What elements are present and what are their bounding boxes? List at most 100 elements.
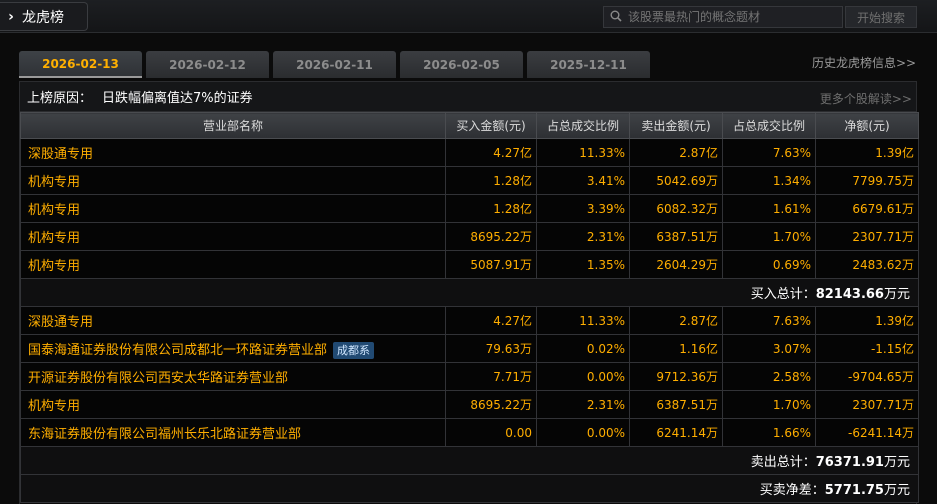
net-amount: 1.39亿	[815, 138, 919, 167]
buy-ratio: 1.35%	[536, 250, 630, 279]
date-tabs: 2026-02-13 2026-02-12 2026-02-11 2026-02…	[19, 51, 654, 78]
tab-date-2[interactable]: 2026-02-12	[146, 51, 269, 78]
branch-name[interactable]: 机构专用	[20, 194, 446, 223]
branch-name[interactable]: 机构专用	[20, 222, 446, 251]
branch-name[interactable]: 深股通专用	[20, 138, 446, 167]
sell-amount: 6082.32万	[629, 194, 723, 223]
sell-amount: 1.16亿	[629, 334, 723, 363]
sell-amount: 6387.51万	[629, 390, 723, 419]
reason-label: 上榜原因：	[27, 91, 93, 106]
sell-amount: 2604.29万	[629, 250, 723, 279]
search-input[interactable]	[628, 10, 838, 24]
concept-search-box[interactable]	[603, 6, 843, 28]
table-row: 深股通专用 4.27亿 11.33% 2.87亿 7.63% 1.39亿	[20, 138, 919, 167]
net-total-cell: 买卖净差：5771.75万元	[20, 474, 919, 503]
table-row: 机构专用 1.28亿 3.39% 6082.32万 1.61% 6679.61万	[20, 194, 919, 223]
sell-total-cell: 卖出总计：76371.91万元	[20, 446, 919, 475]
tab-date-4[interactable]: 2026-02-05	[400, 51, 523, 78]
buy-ratio: 3.41%	[536, 166, 630, 195]
net-amount: 2483.62万	[815, 250, 919, 279]
sell-total-unit: 万元	[883, 455, 910, 470]
col-header-sell-ratio: 占总成交比例	[722, 112, 816, 139]
buy-total-unit: 万元	[883, 287, 910, 302]
sell-ratio: 1.66%	[722, 418, 816, 447]
buy-total-value: 82143.66	[815, 287, 884, 302]
col-header-buy-amount: 买入金额(元)	[445, 112, 537, 139]
sell-ratio: 0.69%	[722, 250, 816, 279]
branch-name[interactable]: 深股通专用	[20, 306, 446, 335]
net-amount: -6241.14万	[815, 418, 919, 447]
table-row: 机构专用 8695.22万 2.31% 6387.51万 1.70% 2307.…	[20, 390, 919, 419]
net-amount: -9704.65万	[815, 362, 919, 391]
buy-ratio: 11.33%	[536, 138, 630, 167]
more-analysis-link[interactable]: 更多个股解读>>	[820, 90, 912, 107]
section-title: 龙虎榜	[22, 9, 64, 26]
trading-table: 营业部名称 买入金额(元) 占总成交比例 卖出金额(元) 占总成交比例 净额(元…	[20, 112, 919, 503]
table-row: 机构专用 8695.22万 2.31% 6387.51万 1.70% 2307.…	[20, 222, 919, 251]
net-total-row: 买卖净差：5771.75万元	[20, 474, 919, 503]
section-title-tab[interactable]: › 龙虎榜	[0, 2, 88, 31]
buy-amount: 8695.22万	[445, 390, 537, 419]
table-row: 国泰海通证券股份有限公司成都北一环路证券营业部 成都系 79.63万 0.02% …	[20, 334, 919, 363]
sell-ratio: 1.70%	[722, 222, 816, 251]
net-amount: 7799.75万	[815, 166, 919, 195]
group-badge[interactable]: 成都系	[333, 341, 375, 359]
reason-value: 日跌幅偏离值达7%的证券	[102, 91, 253, 106]
table-row: 开源证券股份有限公司西安太华路证券营业部 7.71万 0.00% 9712.36…	[20, 362, 919, 391]
buy-amount: 1.28亿	[445, 194, 537, 223]
buy-ratio: 2.31%	[536, 222, 630, 251]
net-amount: 6679.61万	[815, 194, 919, 223]
buy-ratio: 0.00%	[536, 362, 630, 391]
buy-amount: 4.27亿	[445, 306, 537, 335]
sell-ratio: 7.63%	[722, 138, 816, 167]
buy-amount: 8695.22万	[445, 222, 537, 251]
sell-ratio: 2.58%	[722, 362, 816, 391]
net-total-label: 买卖净差：	[759, 483, 825, 498]
search-button[interactable]: 开始搜索	[845, 6, 917, 28]
buy-ratio: 0.00%	[536, 418, 630, 447]
buy-ratio: 0.02%	[536, 334, 630, 363]
branch-name[interactable]: 机构专用	[20, 390, 446, 419]
branch-name[interactable]: 开源证券股份有限公司西安太华路证券营业部	[20, 362, 446, 391]
tab-date-3[interactable]: 2026-02-11	[273, 51, 396, 78]
buy-total-row: 买入总计：82143.66万元	[20, 278, 919, 307]
net-total-value: 5771.75	[824, 483, 884, 498]
buy-amount: 7.71万	[445, 362, 537, 391]
tab-date-5[interactable]: 2025-12-11	[527, 51, 650, 78]
branch-name[interactable]: 国泰海通证券股份有限公司成都北一环路证券营业部	[28, 343, 327, 358]
table-row: 深股通专用 4.27亿 11.33% 2.87亿 7.63% 1.39亿	[20, 306, 919, 335]
sell-total-value: 76371.91	[815, 455, 884, 470]
buy-total-label: 买入总计：	[750, 287, 816, 302]
dragon-tiger-panel: 上榜原因： 日跌幅偏离值达7%的证券 更多个股解读>> 营业部名称 买入金额(元…	[19, 81, 919, 504]
buy-amount: 4.27亿	[445, 138, 537, 167]
net-amount: -1.15亿	[815, 334, 919, 363]
branch-name[interactable]: 机构专用	[20, 166, 446, 195]
sell-ratio: 1.34%	[722, 166, 816, 195]
net-amount: 2307.71万	[815, 390, 919, 419]
sell-ratio: 1.70%	[722, 390, 816, 419]
table-header-row: 营业部名称 买入金额(元) 占总成交比例 卖出金额(元) 占总成交比例 净额(元…	[20, 112, 919, 139]
sell-total-label: 卖出总计：	[750, 455, 816, 470]
sell-amount: 2.87亿	[629, 306, 723, 335]
branch-name[interactable]: 机构专用	[20, 250, 446, 279]
col-header-buy-ratio: 占总成交比例	[536, 112, 630, 139]
sell-ratio: 7.63%	[722, 306, 816, 335]
sell-ratio: 1.61%	[722, 194, 816, 223]
search-icon	[604, 10, 628, 25]
buy-total-cell: 买入总计：82143.66万元	[20, 278, 919, 307]
buy-amount: 1.28亿	[445, 166, 537, 195]
chevron-right-icon: ›	[8, 8, 14, 25]
sell-amount: 9712.36万	[629, 362, 723, 391]
branch-name[interactable]: 东海证券股份有限公司福州长乐北路证券营业部	[20, 418, 446, 447]
tab-date-1[interactable]: 2026-02-13	[19, 51, 142, 78]
sell-amount: 6241.14万	[629, 418, 723, 447]
top-bar: › 龙虎榜 开始搜索	[0, 0, 937, 33]
col-header-net: 净额(元)	[815, 112, 919, 139]
buy-ratio: 3.39%	[536, 194, 630, 223]
sell-total-row: 卖出总计：76371.91万元	[20, 446, 919, 475]
listing-reason-row: 上榜原因： 日跌幅偏离值达7%的证券 更多个股解读>>	[20, 82, 916, 112]
table-row: 东海证券股份有限公司福州长乐北路证券营业部 0.00 0.00% 6241.14…	[20, 418, 919, 447]
sell-ratio: 3.07%	[722, 334, 816, 363]
history-link[interactable]: 历史龙虎榜信息>>	[812, 54, 916, 71]
buy-ratio: 11.33%	[536, 306, 630, 335]
